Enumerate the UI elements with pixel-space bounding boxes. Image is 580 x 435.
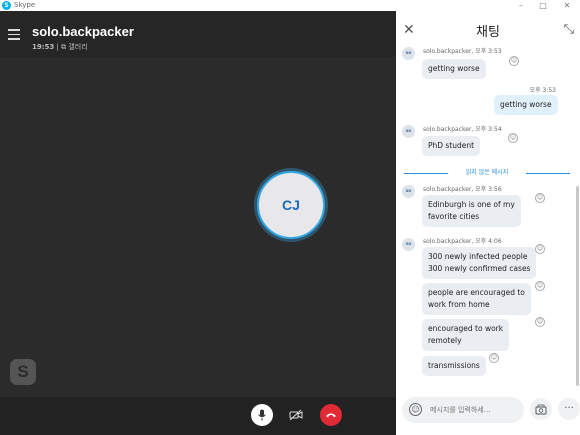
- sender-avatar[interactable]: so: [402, 47, 415, 60]
- reaction-icon[interactable]: ☺: [535, 193, 545, 203]
- phone-hangup-icon: [326, 413, 336, 418]
- message-text: transmissions: [428, 361, 480, 370]
- sender-avatar[interactable]: so: [402, 125, 415, 138]
- emoji-icon[interactable]: ☺: [409, 403, 422, 416]
- menu-icon[interactable]: [8, 29, 20, 40]
- media-gallery-button[interactable]: [530, 398, 552, 420]
- reaction-icon[interactable]: ☺: [535, 281, 545, 291]
- hang-up-button[interactable]: [320, 404, 342, 426]
- message-meta: solo.backpacker, 오후 3:56: [423, 186, 502, 193]
- call-header: solo.backpacker 19:53 | ⧉ 갤러리: [0, 11, 396, 57]
- message-input[interactable]: [430, 403, 520, 417]
- call-controls: [0, 397, 396, 435]
- message-text: getting worse: [428, 64, 480, 73]
- skype-watermark-icon: S: [10, 359, 36, 385]
- chat-scrollbar[interactable]: [576, 186, 579, 386]
- unread-divider: 읽지 않은 메시지: [404, 168, 570, 178]
- message-bubble[interactable]: getting worse: [422, 59, 486, 79]
- message-bubble[interactable]: people are encouraged to work from home: [422, 283, 531, 315]
- message-bubble[interactable]: PhD student: [422, 136, 481, 156]
- call-meta: 19:53 | ⧉ 갤러리: [32, 42, 88, 52]
- message-text-line: 300 newly infected people: [428, 252, 528, 261]
- message-text: PhD student: [428, 141, 475, 150]
- message-meta: solo.backpacker, 오후 3:54: [423, 126, 502, 133]
- gallery-label[interactable]: 갤러리: [68, 43, 87, 51]
- divider-line: [526, 173, 570, 174]
- message-text-line: Edinburgh is one of my: [428, 200, 515, 209]
- outgoing-message-bubble[interactable]: getting worse: [494, 95, 558, 115]
- close-window-button[interactable]: ✕: [554, 0, 580, 11]
- message-bubble[interactable]: 300 newly infected people 300 newly conf…: [422, 247, 537, 279]
- skype-logo-icon: S: [2, 1, 11, 10]
- reaction-icon[interactable]: ☺: [509, 56, 519, 66]
- caller-name: solo.backpacker: [32, 24, 134, 39]
- message-bubble[interactable]: encouraged to work remotely: [422, 319, 510, 351]
- message-text-line: encouraged to work: [428, 324, 504, 333]
- message-text-line: work from home: [428, 300, 490, 309]
- chat-header: ✕ 채팅 ⤡: [396, 11, 580, 47]
- message-time: 오후 3:53: [529, 87, 556, 94]
- reaction-icon[interactable]: ☺: [489, 353, 499, 363]
- call-duration: 19:53: [32, 43, 55, 51]
- title-bar: S Skype – □ ✕: [0, 0, 580, 11]
- message-bubble[interactable]: Edinburgh is one of my favorite cities: [422, 195, 521, 227]
- chat-title: 채팅: [476, 25, 500, 40]
- message-text-line: favorite cities: [428, 212, 480, 221]
- expand-icon[interactable]: ⤡: [564, 22, 574, 37]
- compose-box[interactable]: ☺: [402, 397, 524, 423]
- gallery-icon[interactable]: ⧉: [61, 43, 66, 51]
- video-off-icon: [289, 409, 303, 421]
- sender-avatar[interactable]: so: [402, 238, 415, 251]
- reaction-icon[interactable]: ☺: [535, 317, 545, 327]
- meta-separator: |: [56, 43, 59, 51]
- message-text-line: 300 newly confirmed cases: [428, 264, 531, 273]
- call-panel: solo.backpacker 19:53 | ⧉ 갤러리 CJ S: [0, 11, 396, 435]
- microphone-button[interactable]: [251, 404, 273, 426]
- avatar-initials: CJ: [282, 197, 300, 213]
- more-options-icon: ···: [564, 403, 574, 414]
- window-title: Skype: [14, 1, 36, 9]
- more-options-button[interactable]: ···: [558, 398, 580, 420]
- caller-avatar: CJ: [257, 171, 325, 239]
- message-text-line: remotely: [428, 336, 462, 345]
- message-meta: solo.backpacker, 오후 4:06: [423, 238, 502, 245]
- microphone-icon: [258, 409, 266, 421]
- message-meta: solo.backpacker, 오후 3:53: [423, 48, 502, 55]
- sender-avatar[interactable]: so: [402, 185, 415, 198]
- message-text-line: people are encouraged to: [428, 288, 525, 297]
- reaction-icon[interactable]: ☺: [508, 133, 518, 143]
- maximize-button[interactable]: □: [530, 0, 556, 11]
- message-text: getting worse: [500, 100, 552, 109]
- video-toggle-button[interactable]: [285, 404, 307, 426]
- reaction-icon[interactable]: ☺: [535, 244, 545, 254]
- message-bubble[interactable]: transmissions: [422, 356, 486, 376]
- chat-panel: ✕ 채팅 ⤡ so solo.backpacker, 오후 3:53 getti…: [396, 11, 580, 435]
- media-icon: [535, 404, 547, 415]
